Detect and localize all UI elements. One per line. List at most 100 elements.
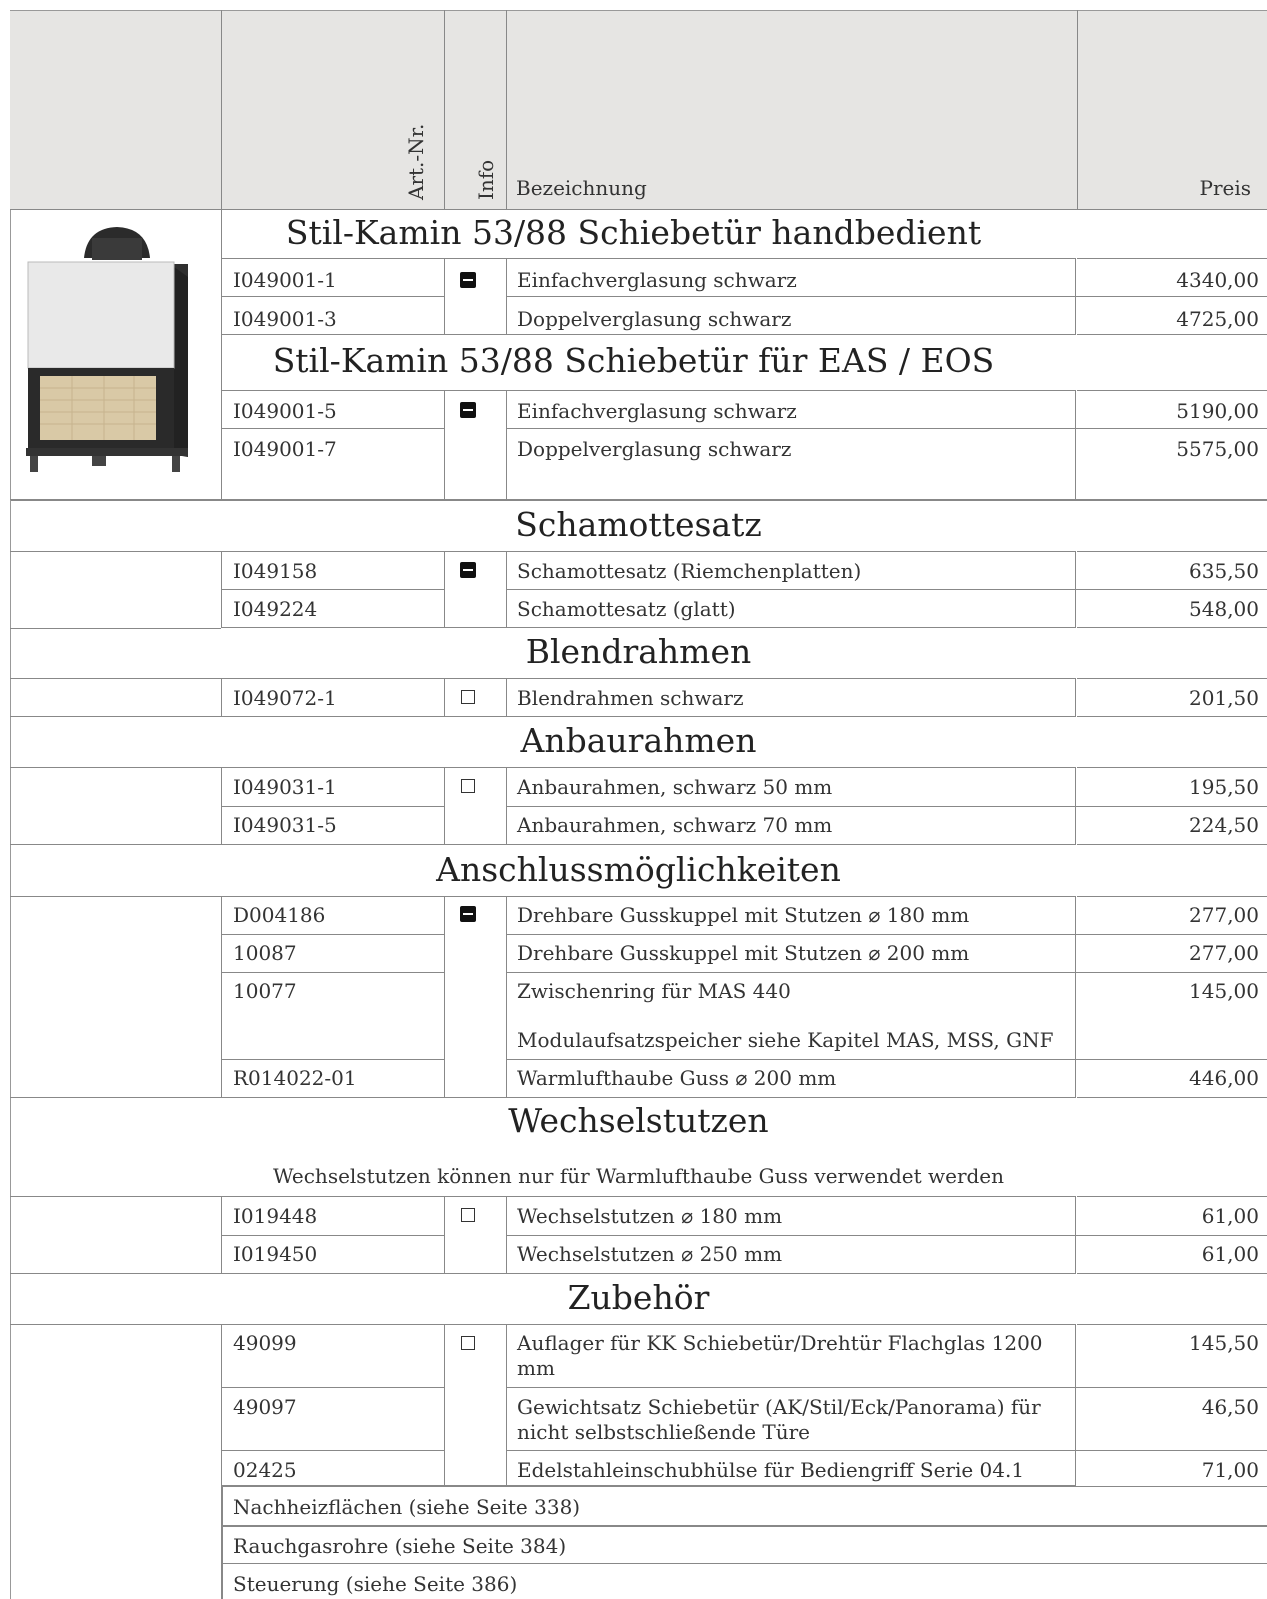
row-divider [221,296,444,297]
description: Edelstahleinschubhülse für Bediengriff S… [517,1458,1025,1482]
info-col-divider [444,258,445,335]
header-artnr: Art.-Nr. [404,123,428,200]
art-nr: 02425 [233,1458,297,1482]
section-title: Blendrahmen [525,632,752,671]
description: Warmlufthaube Guss ⌀ 200 mm [517,1066,837,1090]
description: Gewichtsatz Schiebetür (AK/Stil/Eck/Pano… [517,1395,1041,1419]
price: 635,50 [1189,559,1259,583]
section-title: Schamottesatz [515,505,762,544]
price: 71,00 [1201,1458,1259,1482]
price: 277,00 [1189,941,1259,965]
description-cont: nicht selbstschließende Türe [517,1420,811,1444]
price: 446,00 [1189,1066,1259,1090]
header-divider [221,10,222,210]
row-divider [506,589,1267,590]
row-divider [506,428,1267,429]
art-nr: I019450 [233,1242,318,1266]
row-divider [506,1450,1267,1451]
info-col-divider [506,1324,507,1486]
info-col-divider [506,678,507,717]
empty-checkbox-icon [461,690,475,704]
ref-row-border [221,1525,1267,1527]
header-preis: Preis [1199,176,1251,200]
art-nr: 10087 [233,941,297,965]
header-info: Info [474,159,498,200]
section-title: Stil-Kamin 53/88 Schiebetür für EAS / EO… [272,341,995,380]
description: Drehbare Gusskuppel mit Stutzen ⌀ 200 mm [517,941,970,965]
section-title: Anschlussmöglichkeiten [436,850,841,889]
row-divider [10,844,221,845]
price: 5575,00 [1176,437,1259,461]
header-divider [444,10,445,210]
art-nr: I049001-1 [233,268,337,292]
price: 145,50 [1189,1331,1259,1355]
row-divider [506,1387,1267,1388]
header-bezeichnung: Bezeichnung [516,176,647,200]
outer-border [10,500,11,1599]
art-nr: 49099 [233,1331,297,1355]
ref-row-border [221,1563,1267,1564]
reference-link[interactable]: Steuerung (siehe Seite 386) [225,1571,517,1597]
art-nr: 49097 [233,1395,297,1419]
row-divider [10,716,221,717]
price: 46,50 [1201,1395,1259,1419]
description: Einfachverglasung schwarz [517,268,797,292]
price: 145,00 [1189,979,1259,1003]
art-nr: I049224 [233,597,318,621]
row-divider [506,806,1267,807]
reference-link[interactable]: Rauchgasrohre (siehe Seite 384) [225,1533,566,1559]
description: Schamottesatz (glatt) [517,597,736,621]
art-nr: I049001-5 [233,399,337,423]
row-divider [1077,1196,1267,1197]
header-divider [506,10,507,210]
section-title: Anbaurahmen [520,721,757,760]
row-divider [221,589,444,590]
price: 548,00 [1189,597,1259,621]
row-divider [506,1059,1267,1060]
row-divider [506,1235,1267,1236]
row-divider [221,1059,444,1060]
price: 61,00 [1201,1204,1259,1228]
price: 5190,00 [1176,399,1259,423]
row-divider [10,1324,221,1325]
info-col-divider [444,390,445,500]
empty-checkbox-icon [461,1336,475,1350]
row-divider [1077,390,1267,391]
row-divider [221,934,444,935]
minus-box-icon [460,562,476,578]
row-divider [1077,1324,1267,1325]
info-col-divider [444,896,445,1098]
row-divider [10,1273,221,1274]
art-nr: R014022-01 [233,1066,357,1090]
row-divider [10,1196,221,1197]
art-nr: I049001-7 [233,437,337,461]
row-divider [1077,678,1267,679]
section-title: Stil-Kamin 53/88 Schiebetür handbedient [285,213,982,252]
row-divider [221,972,444,973]
art-nr: 10077 [233,979,297,1003]
header-divider [1077,10,1078,210]
art-nr: I049031-5 [233,813,337,837]
ref-row-border [221,1486,223,1599]
art-nr: I049072-1 [233,686,337,710]
minus-box-icon [460,402,476,418]
row-divider [1077,334,1267,335]
description: Anbaurahmen, schwarz 50 mm [517,775,833,799]
price: 201,50 [1189,686,1259,710]
row-divider [221,1235,444,1236]
section-title: Wechselstutzen [508,1101,769,1140]
price: 4725,00 [1176,307,1259,331]
price: 195,50 [1189,775,1259,799]
minus-box-icon [460,906,476,922]
ref-row-border [221,1486,1267,1487]
description: Doppelverglasung schwarz [517,437,792,461]
art-nr: D004186 [233,903,326,927]
row-divider [506,972,1267,973]
info-col-divider [444,678,445,717]
row-divider [221,1387,444,1388]
info-col-divider [444,551,445,628]
reference-link[interactable]: Nachheizflächen (siehe Seite 338) [225,1494,580,1520]
description-note: Modulaufsatzspeicher siehe Kapitel MAS, … [517,1028,1054,1052]
info-col-divider [444,1196,445,1274]
price: 277,00 [1189,903,1259,927]
